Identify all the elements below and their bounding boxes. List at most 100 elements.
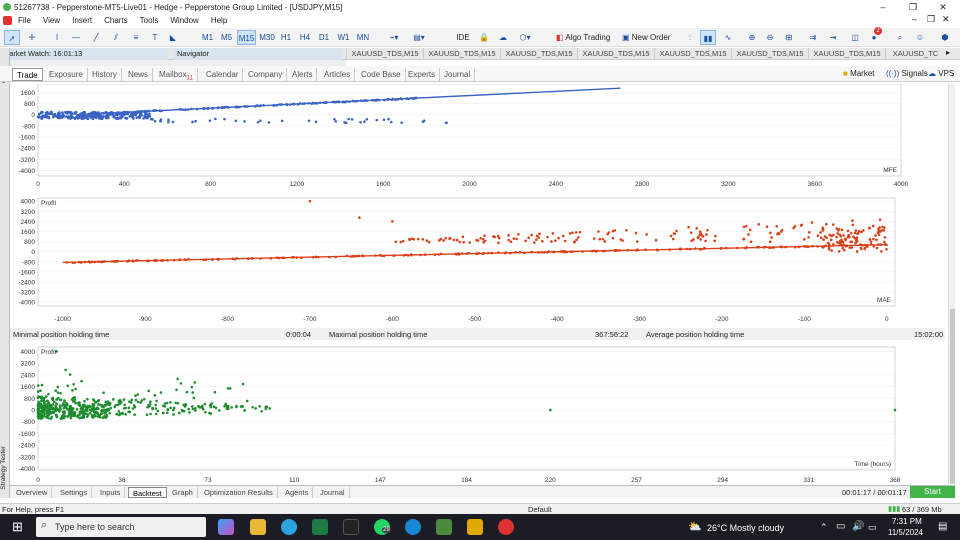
notification-center-icon[interactable]: ▤: [938, 521, 947, 532]
menu-file[interactable]: File: [18, 16, 31, 25]
windows-start-icon[interactable]: ⊞: [12, 520, 23, 533]
lock-icon[interactable]: 🔒: [477, 30, 491, 45]
search-icon[interactable]: ⌕: [893, 30, 907, 45]
chart-minimize-button[interactable]: –: [912, 14, 917, 24]
tab-history[interactable]: History: [88, 68, 122, 81]
menu-insert[interactable]: Insert: [72, 16, 92, 25]
chart-tab[interactable]: XAUUSD_TDS,M15: [808, 48, 885, 60]
tab-overview[interactable]: Overview: [12, 487, 53, 498]
zoom-out-icon[interactable]: ⊖: [763, 30, 777, 45]
cursor-icon[interactable]: ➚: [4, 30, 20, 45]
weather-icon[interactable]: ⛅: [688, 520, 702, 533]
tab-trade[interactable]: Trade: [12, 68, 43, 81]
tab-journal[interactable]: Journal: [440, 68, 476, 81]
tab-experts[interactable]: Experts: [404, 68, 441, 81]
vertical-scrollbar[interactable]: [948, 84, 955, 484]
telegram-icon[interactable]: [281, 519, 297, 535]
timeframe-h4[interactable]: H4: [298, 30, 312, 45]
close-button[interactable]: ✕: [930, 0, 956, 14]
chart-tab[interactable]: XAUUSD_TDS,M15: [577, 48, 654, 60]
menu-charts[interactable]: Charts: [104, 16, 128, 25]
chart-tab[interactable]: XAUUSD_TDS,M15: [654, 48, 731, 60]
tab-news[interactable]: News: [124, 68, 154, 81]
copilot-icon[interactable]: [218, 519, 234, 535]
template-icon[interactable]: ▤▾: [408, 30, 430, 45]
powerpoint-icon[interactable]: [467, 519, 483, 535]
file-explorer-icon[interactable]: [250, 519, 266, 535]
clock-date[interactable]: 11/5/2024: [888, 528, 923, 537]
user-icon[interactable]: ☺: [912, 30, 928, 45]
navigator-header[interactable]: Navigator: [174, 48, 342, 60]
timeframe-mn[interactable]: MN: [355, 30, 371, 45]
battery-icon[interactable]: ▭: [868, 522, 877, 533]
vertical-line-icon[interactable]: ǀ: [50, 30, 64, 45]
menu-window[interactable]: Window: [170, 16, 198, 25]
notifications-icon[interactable]: ● 2: [866, 27, 882, 45]
new-order-button[interactable]: ▣ New Order: [622, 30, 676, 45]
level-icon[interactable]: ⬢: [937, 30, 953, 45]
tab-backtest[interactable]: Backtest: [128, 487, 167, 498]
fibonacci-icon[interactable]: ≡: [128, 30, 144, 45]
vps-icon[interactable]: ⬡▾: [515, 30, 535, 45]
timeframe-d1[interactable]: D1: [317, 30, 331, 45]
tab-inputs[interactable]: Inputs: [96, 487, 126, 498]
channel-icon[interactable]: ⫽: [108, 30, 124, 45]
timeframe-m5[interactable]: M5: [219, 30, 234, 45]
grid-icon[interactable]: ⊞: [781, 30, 797, 45]
chart-tab[interactable]: XAUUSD_TDS,M15: [346, 48, 423, 60]
maximize-button[interactable]: ❐: [900, 0, 926, 14]
timeframe-m1[interactable]: M1: [200, 30, 215, 45]
ide-button[interactable]: IDE: [455, 30, 471, 45]
tab-settings[interactable]: Settings: [56, 487, 93, 498]
chart-tab[interactable]: XAUUSD_TDS,M15: [500, 48, 577, 60]
market-link[interactable]: ■ Market: [843, 69, 875, 78]
cloud-icon[interactable]: ☁: [495, 30, 511, 45]
chart-menu-icon[interactable]: [3, 16, 12, 25]
trendline-icon[interactable]: ╱: [88, 30, 104, 45]
chart-tab[interactable]: XAUUSD_TDS,M15: [423, 48, 500, 60]
tab-code-base[interactable]: Code Base: [357, 68, 406, 81]
tab-exposure[interactable]: Exposure: [45, 68, 88, 81]
tab-optimization-results[interactable]: Optimization Results: [200, 487, 278, 498]
timeframe-h1[interactable]: H1: [279, 30, 293, 45]
text-icon[interactable]: T: [148, 30, 162, 45]
metatrader-icon[interactable]: [436, 519, 452, 535]
minimize-button[interactable]: –: [870, 0, 896, 14]
menu-view[interactable]: View: [43, 16, 60, 25]
bar-chart-icon[interactable]: ⫶: [683, 30, 697, 45]
chart-tab[interactable]: XAUUSD_TC: [885, 48, 945, 60]
chart-shift-icon[interactable]: ⇥: [825, 30, 841, 45]
tabs-scroll-right[interactable]: ▸: [946, 48, 950, 57]
timeframe-m15[interactable]: M15: [237, 30, 256, 45]
search-box[interactable]: ⌕ Type here to search: [36, 517, 206, 537]
tab-calendar[interactable]: Calendar: [202, 68, 244, 81]
autoscroll-icon[interactable]: ⇉: [805, 30, 821, 45]
tradingview-icon[interactable]: [343, 519, 359, 535]
vivaldi-icon[interactable]: [498, 519, 514, 535]
menu-tools[interactable]: Tools: [140, 16, 159, 25]
tab-alerts[interactable]: Alerts: [288, 68, 318, 81]
tab-articles[interactable]: Articles: [320, 68, 356, 81]
menu-help[interactable]: Help: [211, 16, 227, 25]
excel-icon[interactable]: [312, 519, 328, 535]
tray-chevron-icon[interactable]: ⌃: [820, 522, 828, 533]
crosshair-icon[interactable]: ✛: [24, 30, 40, 45]
vps-link[interactable]: ☁ VPS: [928, 69, 954, 78]
start-button[interactable]: Start: [910, 486, 955, 498]
tab-mailbox[interactable]: Mailbox11: [155, 68, 198, 82]
tab-company[interactable]: Company: [244, 68, 288, 81]
shapes-icon[interactable]: ◣: [166, 30, 180, 45]
screenshot-icon[interactable]: ◫: [848, 30, 862, 45]
tab-agents[interactable]: Agents: [281, 487, 314, 498]
whatsapp-icon[interactable]: 29: [374, 519, 391, 535]
clock-time[interactable]: 7:31 PM: [892, 517, 922, 526]
zoom-in-icon[interactable]: ⊕: [745, 30, 759, 45]
signals-link[interactable]: ((·)) Signals: [886, 69, 928, 78]
chart-restore-button[interactable]: ❐: [927, 14, 935, 25]
timeframe-w1[interactable]: W1: [336, 30, 351, 45]
candles-icon[interactable]: ▮▮: [700, 30, 716, 45]
timeframe-m30[interactable]: M30: [258, 30, 276, 45]
line-chart-icon[interactable]: ∿: [720, 30, 736, 45]
algo-trading-button[interactable]: ◧ Algo Trading: [556, 30, 618, 45]
horizontal-line-icon[interactable]: —: [68, 30, 84, 45]
